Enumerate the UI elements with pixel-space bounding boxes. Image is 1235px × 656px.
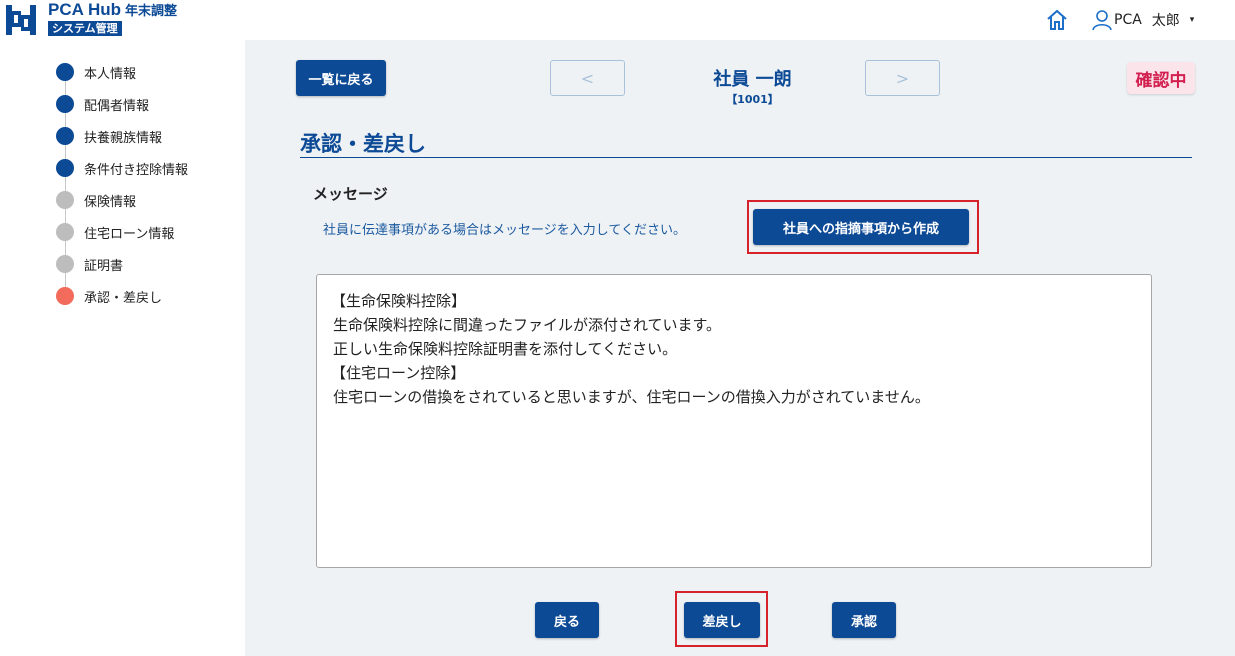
sidebar-item-certificates[interactable]: 証明書 [56,248,188,280]
sidebar-item-label: 証明書 [84,258,124,274]
home-icon[interactable] [1044,7,1070,33]
return-button[interactable]: 差戻し [684,602,760,638]
sidebar-item-insurance-info[interactable]: 保険情報 [56,184,188,216]
sidebar-item-housing-loan-info[interactable]: 住宅ローン情報 [56,216,188,248]
step-pending-icon [56,223,74,241]
sidebar-item-label: 保険情報 [84,194,137,210]
step-pending-icon [56,255,74,273]
sidebar-item-label: 本人情報 [84,66,137,82]
next-employee-button[interactable]: > [865,60,940,96]
page-title: 承認・差戻し [300,132,426,156]
employee-code: 【1001】 [726,93,779,106]
user-given-name: 太郎 [1151,13,1180,29]
message-line: 【住宅ローン控除】 [331,364,466,382]
step-complete-icon [56,159,74,177]
back-to-list-button[interactable]: 一覧に戻る [296,60,386,96]
step-current-icon [56,287,74,305]
sidebar-item-approval-return[interactable]: 承認・差戻し [56,280,188,312]
step-complete-icon [56,127,74,145]
sidebar-item-personal-info[interactable]: 本人情報 [56,56,188,88]
main-content: 一覧に戻る < 社員 一朗 【1001】 > 確認中 承認・差戻し メッセージ … [245,40,1235,656]
message-label: メッセージ [313,185,388,203]
message-line: 【生命保険料控除】 [331,292,467,310]
previous-employee-button[interactable]: < [550,60,625,96]
app-badge: システム管理 [48,21,122,36]
title-divider [300,157,1192,158]
app-title-text: PCA Hub [48,0,122,19]
step-list: 本人情報 配偶者情報 扶養親族情報 条件付き控除情報 保険情報 住宅ローン情報 … [56,56,188,312]
message-textarea[interactable]: 【生命保険料控除】 生命保険料控除に間違ったファイルが添付されています。 正しい… [316,274,1152,568]
sidebar-item-label: 扶養親族情報 [84,130,163,146]
status-badge: 確認中 [1127,62,1195,94]
chevron-down-icon: ▾ [1189,15,1195,25]
sidebar-item-label: 承認・差戻し [84,290,163,306]
message-help-text: 社員に伝達事項がある場合はメッセージを入力してください。 [323,223,686,238]
sidebar: 本人情報 配偶者情報 扶養親族情報 条件付き控除情報 保険情報 住宅ローン情報 … [0,40,245,656]
app-title: PCA Hub 年末調整 [48,0,177,20]
message-line: 正しい生命保険料控除証明書を添付してください。 [333,340,678,358]
step-complete-icon [56,63,74,81]
approve-button[interactable]: 承認 [832,602,896,638]
sidebar-item-dependents-info[interactable]: 扶養親族情報 [56,120,188,152]
pca-logo-icon [6,5,36,35]
app-header: PCA Hub 年末調整 システム管理 PCA 太郎 ▾ [0,0,1235,40]
sidebar-item-label: 住宅ローン情報 [84,226,175,242]
user-icon [1092,10,1112,31]
sidebar-item-spouse-info[interactable]: 配偶者情報 [56,88,188,120]
message-line: 生命保険料控除に間違ったファイルが添付されています。 [333,316,722,334]
employee-name: 社員 一朗 [713,69,792,90]
sidebar-item-label: 配偶者情報 [84,98,150,114]
user-menu[interactable]: PCA 太郎 ▾ [1092,7,1194,33]
sidebar-item-conditional-deduction[interactable]: 条件付き控除情報 [56,152,188,184]
sidebar-item-label: 条件付き控除情報 [84,162,189,178]
step-complete-icon [56,95,74,113]
back-button[interactable]: 戻る [535,602,599,638]
step-pending-icon [56,191,74,209]
app-subtitle: 年末調整 [125,3,178,18]
user-family-name: PCA [1114,12,1142,28]
message-line: 住宅ローンの借換をされていると思いますが、住宅ローンの借換入力がされていません。 [333,388,930,406]
create-from-notes-button[interactable]: 社員への指摘事項から作成 [753,209,969,245]
